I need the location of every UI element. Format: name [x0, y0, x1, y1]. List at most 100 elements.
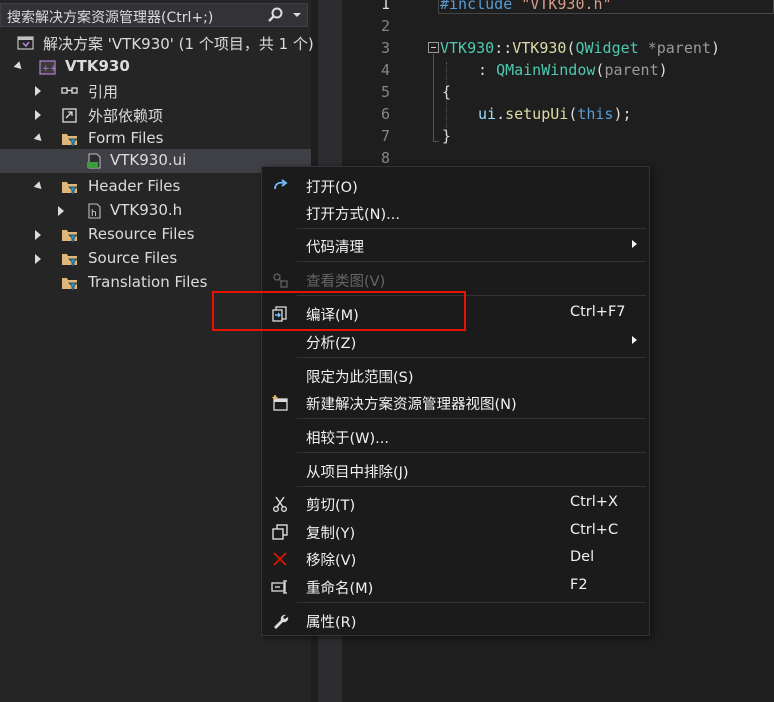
menu-item-exclude-from-project[interactable]: 从项目中排除(J) [263, 457, 648, 483]
menu-item-open-with[interactable]: 打开方式(N)... [263, 199, 648, 225]
menu-item-rename[interactable]: 重命名(M) F2 [263, 573, 648, 599]
menu-item-code-cleanup[interactable]: 代码清理 [263, 232, 648, 258]
menu-item-new-explorer-view[interactable]: 新建解决方案资源管理器视图(N) [263, 389, 648, 415]
menu-item-compare-with[interactable]: 相较于(W)... [263, 423, 648, 449]
class-diagram-icon [273, 273, 288, 288]
solution-label: 解决方案 'VTK930' (1 个项目，共 1 个) [43, 35, 314, 53]
code-line-6: ui.setupUi(this); [478, 105, 632, 123]
filter-folder-icon [62, 278, 78, 291]
collapse-arrow-icon[interactable] [13, 61, 25, 72]
project-icon: ++ [39, 60, 56, 75]
menu-item-scope-to-this[interactable]: 限定为此范围(S) [263, 362, 648, 388]
line-number: 7 [380, 127, 390, 145]
solution-icon [17, 36, 34, 50]
collapse-arrow-icon[interactable] [33, 181, 45, 192]
tree-item-label: Source Files [88, 249, 178, 267]
filter-folder-icon [62, 254, 78, 267]
tree-item-label: Header Files [88, 177, 181, 195]
menu-separator [297, 486, 646, 487]
code-token: setupUi [505, 105, 569, 123]
search-input[interactable]: 搜索解决方案资源管理器(Ctrl+;) [7, 7, 213, 27]
tree-item-label: 外部依赖项 [88, 107, 164, 125]
context-menu: 打开(O) 打开方式(N)... 代码清理 查看类图(V) 编译(M) Ctrl… [261, 166, 650, 636]
svg-text:h: h [91, 209, 97, 219]
collapse-arrow-icon[interactable] [33, 133, 45, 144]
menu-item-label: 代码清理 [306, 240, 364, 256]
filter-folder-icon [62, 134, 78, 147]
ui-file-icon [87, 153, 101, 169]
menu-separator [297, 418, 646, 419]
menu-item-shortcut: F2 [570, 577, 588, 593]
tree-item-external-deps[interactable]: 外部依赖项 [0, 103, 311, 127]
solution-node[interactable]: 解决方案 'VTK930' (1 个项目，共 1 个) [0, 31, 314, 55]
menu-item-remove[interactable]: 移除(V) Del [263, 545, 648, 571]
project-node[interactable]: ++ VTK930 [0, 55, 311, 79]
code-line-3: VTK930::VTK930(QWidget *parent) [440, 39, 720, 57]
copy-icon [272, 524, 288, 540]
tree-item-label: Resource Files [88, 225, 195, 243]
code-line-5: { [442, 83, 452, 101]
expand-arrow-icon[interactable] [35, 254, 41, 264]
rename-icon [271, 580, 287, 594]
code-token: *parent [638, 39, 711, 57]
menu-item-view-class-diagram: 查看类图(V) [263, 266, 648, 292]
menu-item-copy[interactable]: 复制(Y) Ctrl+C [263, 518, 648, 544]
project-label: VTK930 [65, 57, 130, 75]
tree-item-form-files[interactable]: Form Files [0, 127, 311, 151]
search-icon[interactable] [267, 6, 285, 24]
menu-item-label: 打开(O) [306, 180, 358, 196]
scissors-icon [273, 496, 287, 512]
code-token: ( [568, 105, 578, 123]
new-view-icon [272, 395, 288, 411]
references-icon [61, 87, 78, 94]
line-number: 2 [380, 17, 390, 35]
menu-item-shortcut: Ctrl+F7 [570, 304, 626, 320]
menu-item-label: 从项目中排除(J) [306, 465, 409, 481]
highlight-annotation-box [212, 291, 466, 331]
expand-arrow-icon[interactable] [35, 86, 41, 96]
search-options-dropdown-icon[interactable] [293, 13, 301, 17]
code-token: :: [494, 39, 513, 57]
menu-item-label: 分析(Z) [306, 336, 357, 352]
menu-item-shortcut: Ctrl+C [570, 522, 619, 538]
code-token: . [496, 105, 506, 123]
tree-item-label: VTK930.h [110, 201, 183, 219]
search-bar[interactable]: 搜索解决方案资源管理器(Ctrl+;) [0, 3, 308, 27]
code-token: QWidget [575, 39, 639, 57]
menu-item-label: 复制(Y) [306, 526, 356, 542]
code-token: VTK930 [440, 39, 495, 57]
code-token: QMainWindow [496, 61, 596, 79]
expand-arrow-icon[interactable] [58, 206, 64, 216]
code-token: parent [604, 61, 659, 79]
fold-toggle-icon[interactable] [428, 42, 439, 53]
filter-folder-icon [62, 230, 78, 243]
menu-item-label: 相较于(W)... [306, 431, 389, 447]
tree-item-label: 引用 [88, 83, 119, 101]
menu-item-label: 新建解决方案资源管理器视图(N) [306, 397, 517, 413]
code-token: : [478, 61, 497, 79]
line-number: 8 [380, 149, 390, 167]
menu-item-cut[interactable]: 剪切(T) Ctrl+X [263, 490, 648, 516]
expand-arrow-icon[interactable] [35, 230, 41, 240]
header-file-icon: h [88, 203, 101, 219]
external-dependencies-icon [62, 108, 77, 123]
tree-item-references[interactable]: 引用 [0, 79, 311, 103]
menu-separator [297, 452, 646, 453]
menu-separator [297, 261, 646, 262]
menu-item-analyze[interactable]: 分析(Z) [263, 328, 648, 354]
expand-arrow-icon[interactable] [35, 110, 41, 120]
menu-item-properties[interactable]: 属性(R) [263, 607, 648, 633]
line-number: 3 [380, 39, 390, 57]
line-number: 1 [380, 0, 390, 13]
code-token: ); [613, 105, 632, 123]
line-number: 6 [380, 105, 390, 123]
menu-item-open[interactable]: 打开(O) [263, 172, 648, 198]
menu-item-label: 重命名(M) [306, 581, 374, 597]
code-token: ) [658, 61, 668, 79]
menu-item-label: 属性(R) [306, 615, 357, 631]
fold-guide-end [433, 141, 439, 142]
menu-separator [297, 602, 646, 603]
tree-item-label: VTK930.ui [110, 151, 187, 169]
menu-item-label: 剪切(T) [306, 498, 356, 514]
code-token: this [577, 105, 614, 123]
